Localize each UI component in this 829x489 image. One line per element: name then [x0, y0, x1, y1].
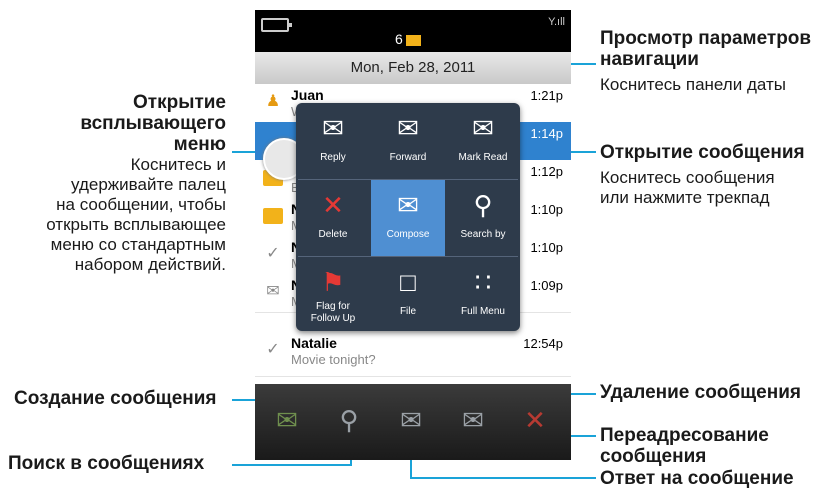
delete-icon: ✕ — [322, 190, 344, 220]
callout-search: Поиск в сообщениях — [8, 453, 204, 474]
callout-popup-text-6: набором действий. — [74, 255, 226, 274]
people-icon: ♟ — [265, 93, 281, 110]
popup-reply-label: Reply — [320, 152, 346, 163]
message-time: 1:14p — [530, 126, 563, 141]
callout-popup-title-3: меню — [173, 134, 226, 155]
callout-popup-menu: Открытие всплывающего меню Коснитесь и у… — [0, 92, 226, 275]
popup-forward[interactable]: ✉ Forward — [371, 103, 445, 179]
callout-navigation: Просмотр параметров навигации Коснитесь … — [600, 28, 811, 95]
compose-icon: ✉ — [397, 190, 419, 220]
folder-icon: □ — [400, 267, 416, 297]
popup-mark-read[interactable]: ✉ Mark Read — [446, 103, 520, 179]
callout-popup-text-5: меню со стандартным — [50, 235, 226, 254]
callout-open-text-1: Коснитесь сообщения — [600, 168, 775, 187]
compose-icon[interactable]: ✉ — [263, 398, 311, 442]
callout-reply-text: Ответ на сообщение — [600, 468, 794, 489]
popup-delete[interactable]: ✕ Delete — [296, 180, 370, 256]
forward-icon[interactable]: ✉ — [449, 398, 497, 442]
check-icon: ✓ — [266, 341, 280, 358]
check-icon: ✓ — [266, 245, 280, 262]
popup-flag-line1: Flag for — [316, 301, 350, 312]
new-mail-icon — [405, 34, 421, 46]
callout-forward-1: Переадресование — [600, 425, 769, 446]
popup-search-by[interactable]: ⚲ Search by — [446, 180, 520, 256]
envelope-icon — [263, 208, 283, 224]
flag-icon: ⚑ — [321, 267, 345, 297]
bottom-toolbar: ✉ ⚲ ✉ ✉ ✕ — [255, 384, 571, 460]
forward-icon: ✉ — [397, 113, 419, 143]
callout-open-text-2: или нажмите трекпад — [600, 188, 770, 207]
popup-file[interactable]: □ File — [371, 257, 445, 333]
popup-flag[interactable]: ⚑ Flag for Follow Up — [296, 257, 370, 333]
blackberry-menu-icon: ∷ — [474, 267, 492, 297]
popup-full-menu[interactable]: ∷ Full Menu — [446, 257, 520, 333]
phone-screen: 6 Y.ıll Mon, Feb 28, 2011 ♟ Juan W 1:21p… — [255, 10, 571, 460]
delete-icon[interactable]: ✕ — [511, 398, 559, 442]
date-bar[interactable]: Mon, Feb 28, 2011 — [255, 52, 571, 84]
popup-flag-line2: Follow Up — [310, 313, 356, 324]
mark-read-icon: ✉ — [472, 113, 494, 143]
message-time: 1:10p — [530, 240, 563, 255]
message-time: 1:21p — [530, 88, 563, 103]
popup-file-label: File — [399, 306, 417, 317]
message-time: 1:09p — [530, 278, 563, 293]
callout-popup-text-1: Коснитесь и — [130, 155, 226, 174]
signal-icon: Y.ıll — [548, 16, 565, 28]
popup-compose-label: Compose — [386, 229, 430, 240]
callout-nav-title-1: Просмотр параметров — [600, 28, 812, 49]
popup-flag-label: Flag for Follow Up — [296, 301, 370, 325]
message-time: 12:54p — [523, 336, 563, 351]
message-sender: Natalie — [291, 335, 337, 351]
envelope-open-icon: ✉ — [266, 283, 280, 300]
popup-menu: ✉ Reply ✉ Forward ✉ Mark Read ✕ Delete ✉… — [296, 103, 520, 331]
message-time: 1:12p — [530, 164, 563, 179]
message-sender: Juan — [291, 87, 324, 103]
callout-create: Создание сообщения — [14, 388, 217, 409]
callout-forward: Переадресование сообщения — [600, 425, 769, 467]
callout-popup-title-1: Открытие — [133, 92, 226, 113]
popup-compose[interactable]: ✉ Compose — [371, 180, 445, 256]
popup-reply[interactable]: ✉ Reply — [296, 103, 370, 179]
leader-line-search-h — [232, 464, 352, 466]
battery-icon — [261, 18, 292, 32]
callout-forward-2: сообщения — [600, 446, 707, 467]
callout-delete: Удаление сообщения — [600, 382, 801, 403]
message-row[interactable]: ✓ Natalie Movie tonight? 12:54p — [255, 332, 571, 377]
callout-nav-text: Коснитесь панели даты — [600, 75, 786, 94]
status-bar: 6 Y.ıll — [255, 10, 571, 52]
callout-popup-text-2: удерживайте палец — [71, 175, 226, 194]
callout-create-text: Создание сообщения — [14, 388, 217, 409]
search-icon[interactable]: ⚲ — [325, 398, 373, 442]
popup-delete-label: Delete — [318, 229, 348, 240]
callout-open-title: Открытие сообщения — [600, 142, 805, 163]
callout-popup-text-3: на сообщении, чтобы — [56, 195, 226, 214]
callout-search-text: Поиск в сообщениях — [8, 453, 205, 474]
popup-forward-label: Forward — [389, 152, 427, 163]
popup-full-menu-label: Full Menu — [461, 306, 505, 317]
callout-reply: Ответ на сообщение — [600, 468, 794, 489]
unread-indicator[interactable]: 6 — [395, 31, 421, 47]
callout-delete-text: Удаление сообщения — [600, 382, 801, 403]
search-icon: ⚲ — [473, 190, 493, 220]
popup-mark-read-label: Mark Read — [458, 152, 508, 163]
message-subject: Movie tonight? — [291, 352, 376, 367]
message-time: 1:10p — [530, 202, 563, 217]
callout-nav-title-2: навигации — [600, 49, 699, 70]
reply-icon[interactable]: ✉ — [387, 398, 435, 442]
callout-open-message: Открытие сообщения Коснитесь сообщения и… — [600, 142, 805, 208]
callout-popup-title-2: всплывающего — [80, 113, 226, 134]
popup-search-by-label: Search by — [460, 229, 506, 240]
reply-icon: ✉ — [322, 113, 344, 143]
unread-count: 6 — [395, 31, 403, 47]
leader-line-reply-h — [410, 477, 596, 479]
callout-popup-text-4: открыть всплывающее — [46, 215, 226, 234]
